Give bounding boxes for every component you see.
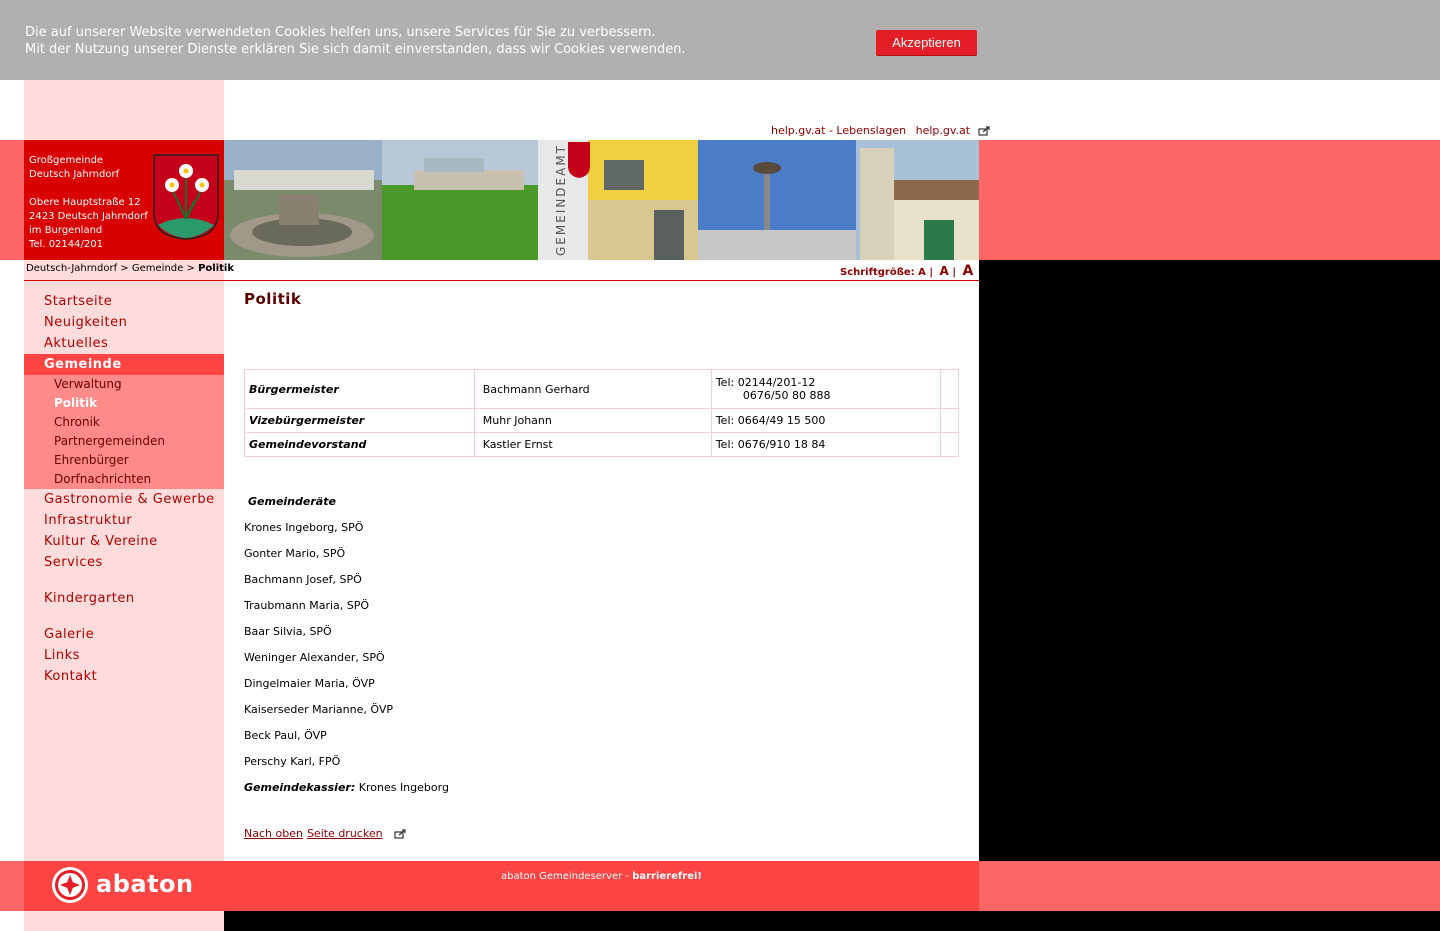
official-tel-line: 0676/50 80 888 bbox=[742, 389, 831, 402]
address-line: Obere Hauptstraße 12 bbox=[29, 197, 141, 208]
nav-item-gastronomie[interactable]: Gastronomie & Gewerbe bbox=[44, 492, 215, 507]
nav-item-aktuelles[interactable]: Aktuelles bbox=[44, 336, 108, 351]
bottom-links: Nach oben Seite drucken bbox=[244, 827, 406, 840]
council-member: Perschy Karl, FPÖ bbox=[244, 755, 341, 768]
subnav-item-ehrenbuerger[interactable]: Ehrenbürger bbox=[54, 453, 129, 467]
council-member: Kaiserseder Marianne, ÖVP bbox=[244, 703, 393, 716]
footer-barrierefrei-link[interactable]: barrierefrei! bbox=[632, 871, 702, 882]
council-member: Dingelmaier Maria, ÖVP bbox=[244, 677, 375, 690]
nav-item-kontakt[interactable]: Kontakt bbox=[44, 669, 97, 684]
official-tel: Tel: 02144/201-12 0676/50 80 888 bbox=[710, 369, 942, 409]
header-band-left bbox=[0, 140, 24, 260]
breadcrumb-separator: > bbox=[120, 263, 129, 274]
subnav-item-partnergemeinden[interactable]: Partnergemeinden bbox=[54, 434, 165, 448]
kassier-line: Gemeindekassier: Krones Ingeborg bbox=[244, 781, 449, 794]
table-row: Bürgermeister Bachmann Gerhard Tel: 0214… bbox=[244, 369, 959, 409]
top-links: help.gv.at - Lebenslagen help.gv.at bbox=[771, 124, 990, 137]
abaton-logo-text: abaton bbox=[96, 870, 194, 898]
font-size-separator: | bbox=[952, 267, 956, 278]
table-cell-empty bbox=[940, 369, 959, 409]
nav-item-kindergarten[interactable]: Kindergarten bbox=[44, 591, 135, 606]
council-member: Weninger Alexander, SPÖ bbox=[244, 651, 385, 664]
footer-text: abaton Gemeindeserver - barrierefrei! bbox=[501, 871, 702, 882]
external-link-icon[interactable] bbox=[977, 126, 990, 136]
official-tel-line: Tel: 02144/201-12 bbox=[715, 376, 816, 389]
official-name: Muhr Johann bbox=[473, 408, 712, 433]
photo-sign-text: GEMEINDEAMT bbox=[554, 144, 568, 256]
nav-item-services[interactable]: Services bbox=[44, 555, 103, 570]
bottom-black-area bbox=[224, 911, 1440, 931]
font-size-controls: Schriftgröße: A | A | A bbox=[840, 263, 973, 279]
table-cell-empty bbox=[940, 408, 959, 433]
official-role: Bürgermeister bbox=[244, 369, 475, 409]
subnav-item-politik[interactable]: Politik bbox=[54, 396, 97, 410]
nav-item-links[interactable]: Links bbox=[44, 648, 80, 663]
footer-center bbox=[224, 861, 979, 911]
cookie-text: Die auf unserer Website verwendeten Cook… bbox=[25, 24, 686, 58]
council-heading: Gemeinderäte bbox=[248, 495, 336, 508]
official-name: Bachmann Gerhard bbox=[473, 369, 712, 409]
nav-item-kultur[interactable]: Kultur & Vereine bbox=[44, 534, 158, 549]
abaton-logo-icon[interactable] bbox=[50, 865, 90, 905]
breadcrumb-divider bbox=[24, 280, 979, 281]
link-helpgv[interactable]: help.gv.at bbox=[916, 124, 970, 137]
address-text: Großgemeinde Deutsch Jahrndorf Obere Hau… bbox=[29, 154, 148, 252]
council-member: Krones Ingeborg, SPÖ bbox=[244, 521, 364, 534]
cookie-line: Die auf unserer Website verwendeten Cook… bbox=[25, 25, 656, 40]
font-size-medium[interactable]: A bbox=[940, 264, 949, 278]
council-member: Baar Silvia, SPÖ bbox=[244, 625, 332, 638]
nav-item-infrastruktur[interactable]: Infrastruktur bbox=[44, 513, 132, 528]
kassier-label: Gemeindekassier: bbox=[244, 781, 356, 794]
font-size-separator: | bbox=[929, 267, 934, 278]
official-tel: Tel: 0664/49 15 500 bbox=[710, 408, 942, 433]
table-row: Gemeindevorstand Kastler Ernst Tel: 0676… bbox=[244, 432, 959, 457]
official-tel: Tel: 0676/910 18 84 bbox=[710, 432, 942, 457]
accept-cookies-button[interactable]: Akzeptieren bbox=[876, 30, 977, 55]
council-member: Gonter Mario, SPÖ bbox=[244, 547, 346, 560]
coat-of-arms-icon bbox=[153, 154, 219, 240]
nav-item-gemeinde[interactable]: Gemeinde bbox=[44, 357, 122, 372]
subnav-item-verwaltung[interactable]: Verwaltung bbox=[54, 377, 122, 391]
official-role: Vizebürgermeister bbox=[244, 408, 475, 433]
footer-label: abaton Gemeindeserver - bbox=[501, 871, 630, 882]
nav-item-galerie[interactable]: Galerie bbox=[44, 627, 94, 642]
subnav-item-dorfnachrichten[interactable]: Dorfnachrichten bbox=[54, 472, 151, 486]
table-row: Vizebürgermeister Muhr Johann Tel: 0664/… bbox=[244, 408, 959, 433]
font-size-large[interactable]: A bbox=[962, 263, 973, 279]
kassier-name: Krones Ingeborg bbox=[358, 781, 449, 794]
address-line: im Burgenland bbox=[29, 225, 103, 236]
official-name: Kastler Ernst bbox=[473, 432, 712, 457]
header-photo-strip: GEMEINDEAMT bbox=[224, 140, 979, 260]
nav-item-startseite[interactable]: Startseite bbox=[44, 294, 112, 309]
officials-table: Bürgermeister Bachmann Gerhard Tel: 0214… bbox=[244, 369, 959, 457]
address-line: Deutsch Jahrndorf bbox=[29, 169, 120, 180]
breadcrumb-current: Politik bbox=[198, 263, 234, 274]
address-line: Großgemeinde bbox=[29, 155, 104, 166]
subnav-item-chronik[interactable]: Chronik bbox=[54, 415, 100, 429]
council-member: Traubmann Maria, SPÖ bbox=[244, 599, 370, 612]
official-role: Gemeindevorstand bbox=[244, 432, 475, 457]
print-icon[interactable] bbox=[394, 829, 406, 839]
font-size-label: Schriftgröße: bbox=[840, 267, 915, 278]
right-black-area bbox=[979, 260, 1440, 861]
font-size-small[interactable]: A bbox=[918, 267, 926, 278]
back-to-top-link[interactable]: Nach oben bbox=[244, 827, 303, 840]
header-band-right bbox=[979, 140, 1440, 260]
table-cell-empty bbox=[940, 432, 959, 457]
council-member: Beck Paul, ÖVP bbox=[244, 729, 327, 742]
council-member: Bachmann Josef, SPÖ bbox=[244, 573, 362, 586]
print-page-link[interactable]: Seite drucken bbox=[307, 827, 383, 840]
address-line: Tel. 02144/201 bbox=[29, 239, 103, 250]
nav-item-neuigkeiten[interactable]: Neuigkeiten bbox=[44, 315, 127, 330]
page-title: Politik bbox=[244, 290, 302, 308]
breadcrumb-item[interactable]: Deutsch-Jahrndorf bbox=[26, 263, 117, 274]
address-line: 2423 Deutsch Jahrndorf bbox=[29, 211, 148, 222]
link-lebenslagen[interactable]: help.gv.at - Lebenslagen bbox=[771, 124, 906, 137]
breadcrumb-item[interactable]: Gemeinde bbox=[132, 263, 183, 274]
cookie-line: Mit der Nutzung unserer Dienste erklären… bbox=[25, 42, 686, 57]
breadcrumb-separator: > bbox=[186, 263, 195, 274]
breadcrumb: Deutsch-Jahrndorf > Gemeinde > Politik bbox=[26, 263, 234, 274]
